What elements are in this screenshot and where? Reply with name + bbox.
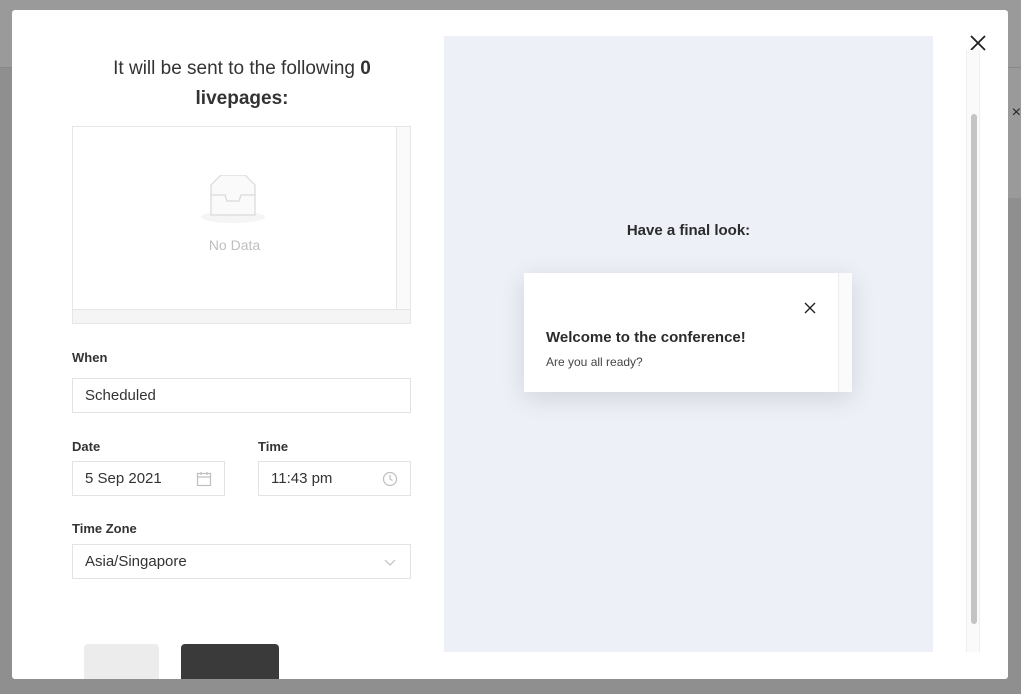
calendar-icon	[196, 472, 212, 487]
schedule-form: It will be sent to the following 0 livep…	[72, 10, 412, 679]
timezone-label: Time Zone	[72, 521, 137, 536]
chevron-down-icon	[384, 559, 396, 566]
date-value: 5 Sep 2021	[85, 470, 162, 487]
time-picker[interactable]: 11:43 pm	[258, 461, 411, 496]
heading-suffix: livepages:	[195, 88, 289, 109]
preview-title: Welcome to the conference!	[546, 329, 746, 346]
livepage-count: 0	[360, 58, 371, 79]
table-horizontal-scrollbar[interactable]	[73, 309, 410, 323]
preview-body: Are you all ready?	[546, 355, 643, 369]
cancel-button[interactable]	[84, 644, 159, 679]
preview-heading: Have a final look:	[626, 222, 751, 239]
heading-prefix: It will be sent to the following	[113, 58, 355, 79]
timezone-select[interactable]: Asia/Singapore	[72, 544, 411, 579]
date-label: Date	[72, 439, 101, 454]
preview-panel: Have a final look: Welcome to the confer…	[444, 36, 933, 652]
clock-icon	[382, 471, 398, 487]
schedule-modal: It will be sent to the following 0 livep…	[12, 10, 1008, 679]
livepages-table: No Data	[72, 126, 411, 324]
notification-preview-card: Welcome to the conference! Are you all r…	[524, 273, 852, 392]
timezone-value: Asia/Singapore	[85, 553, 187, 570]
inbox-icon	[201, 175, 265, 223]
when-select[interactable]: Scheduled	[72, 378, 411, 413]
modal-scrollbar[interactable]	[966, 50, 980, 652]
when-label: When	[72, 350, 108, 365]
table-vertical-scrollbar[interactable]	[396, 127, 410, 311]
time-value: 11:43 pm	[271, 470, 333, 487]
date-picker[interactable]: 5 Sep 2021	[72, 461, 225, 496]
empty-state-text: No Data	[208, 237, 261, 253]
preview-scrollbar	[838, 273, 852, 392]
close-icon[interactable]	[804, 302, 816, 314]
send-button[interactable]	[181, 644, 279, 679]
time-label: Time	[258, 439, 289, 454]
recipients-heading: It will be sent to the following 0 livep…	[72, 54, 412, 114]
background-close-icon: ×	[1011, 104, 1021, 121]
modal-scrollbar-thumb[interactable]	[971, 114, 977, 624]
